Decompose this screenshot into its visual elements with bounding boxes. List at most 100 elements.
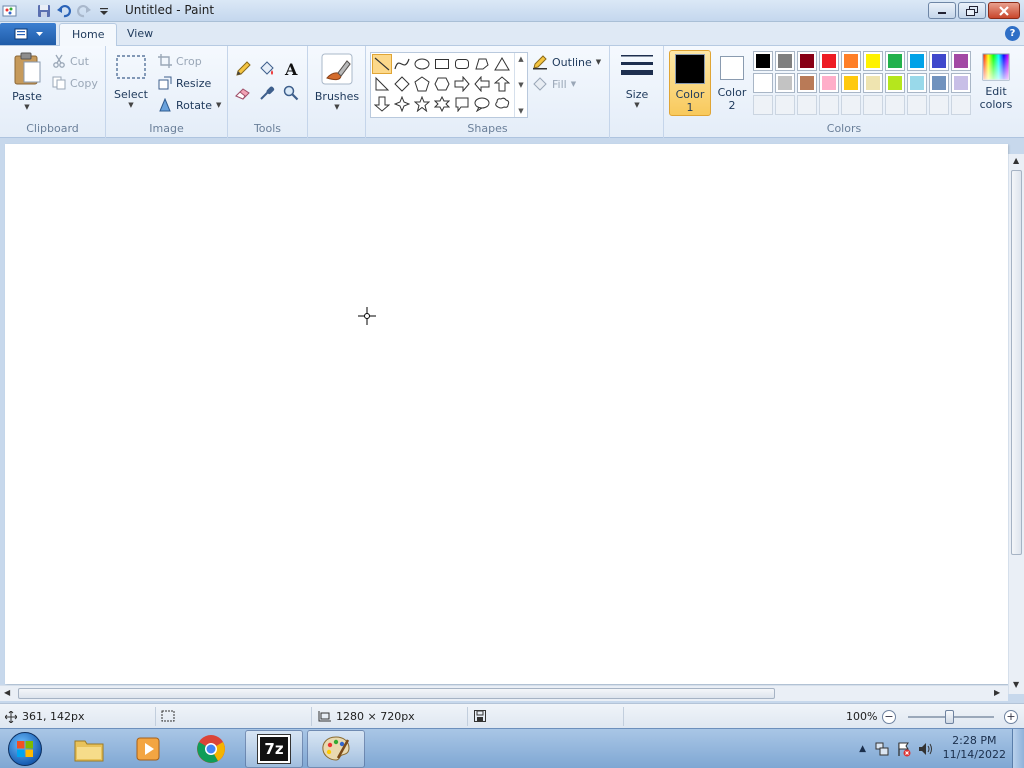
up-arrow-shape[interactable]: [492, 74, 512, 94]
taskbar-file-explorer[interactable]: [60, 730, 118, 768]
paint-app-icon[interactable]: [2, 3, 18, 19]
palette-swatch[interactable]: [863, 51, 883, 71]
five-point-star-shape[interactable]: [412, 94, 432, 114]
edit-colors-button[interactable]: Edit colors: [974, 53, 1018, 115]
tab-home[interactable]: Home: [59, 23, 118, 46]
show-desktop-button[interactable]: [1012, 729, 1024, 768]
text-tool[interactable]: A: [280, 58, 302, 80]
custom-color-slot[interactable]: [819, 95, 839, 115]
curve-shape[interactable]: [392, 54, 412, 74]
size-button[interactable]: Size ▼: [618, 52, 656, 109]
cloud-callout-shape[interactable]: [492, 94, 512, 114]
help-icon[interactable]: ?: [1005, 26, 1020, 41]
outline-button[interactable]: Outline ▼: [532, 54, 601, 70]
horizontal-scrollbar[interactable]: ◀ ▶: [0, 685, 1008, 701]
minimize-button[interactable]: [928, 2, 956, 19]
palette-swatch[interactable]: [797, 51, 817, 71]
line-shape[interactable]: [372, 54, 392, 74]
color1-button[interactable]: Color 1: [669, 50, 711, 116]
custom-color-slot[interactable]: [753, 95, 773, 115]
drawing-canvas[interactable]: [5, 144, 1008, 684]
custom-color-slot[interactable]: [797, 95, 817, 115]
polygon-shape[interactable]: [472, 54, 492, 74]
zoom-out-button[interactable]: −: [882, 710, 896, 724]
zoom-slider-thumb[interactable]: [945, 710, 954, 724]
save-icon[interactable]: [36, 3, 52, 19]
palette-swatch[interactable]: [885, 51, 905, 71]
palette-swatch[interactable]: [951, 73, 971, 93]
scroll-down-icon[interactable]: ▼: [518, 81, 523, 89]
right-triangle-shape[interactable]: [372, 74, 392, 94]
scroll-up-icon[interactable]: ▲: [1013, 156, 1019, 165]
diamond-shape[interactable]: [392, 74, 412, 94]
palette-swatch[interactable]: [819, 73, 839, 93]
crop-button[interactable]: Crop: [158, 54, 202, 68]
left-arrow-shape[interactable]: [472, 74, 492, 94]
select-button[interactable]: Select ▼: [112, 54, 150, 109]
taskbar-media-player[interactable]: [120, 730, 178, 768]
hexagon-shape[interactable]: [432, 74, 452, 94]
palette-swatch[interactable]: [775, 73, 795, 93]
palette-swatch[interactable]: [907, 51, 927, 71]
four-point-star-shape[interactable]: [392, 94, 412, 114]
scroll-down-icon[interactable]: ▼: [1013, 680, 1019, 689]
custom-color-slot[interactable]: [775, 95, 795, 115]
custom-color-slot[interactable]: [885, 95, 905, 115]
color2-button[interactable]: Color 2: [713, 53, 751, 115]
palette-swatch[interactable]: [753, 73, 773, 93]
palette-swatch[interactable]: [929, 51, 949, 71]
color-picker-tool[interactable]: [256, 82, 278, 104]
pencil-tool[interactable]: [232, 58, 254, 80]
custom-color-slot[interactable]: [841, 95, 861, 115]
fill-button[interactable]: Fill ▼: [532, 76, 576, 92]
vertical-scroll-thumb[interactable]: [1011, 170, 1022, 555]
pentagon-shape[interactable]: [412, 74, 432, 94]
down-arrow-shape[interactable]: [372, 94, 392, 114]
palette-swatch[interactable]: [863, 73, 883, 93]
rounded-rectangle-shape[interactable]: [452, 54, 472, 74]
horizontal-scroll-thumb[interactable]: [18, 688, 775, 699]
rotate-button[interactable]: Rotate ▼: [158, 98, 221, 112]
six-point-star-shape[interactable]: [432, 94, 452, 114]
palette-swatch[interactable]: [951, 51, 971, 71]
scroll-left-icon[interactable]: ◀: [4, 688, 10, 697]
copy-button[interactable]: Copy: [52, 76, 98, 90]
taskbar-paint[interactable]: [307, 730, 365, 768]
custom-color-slot[interactable]: [907, 95, 927, 115]
taskbar-7zip[interactable]: 7z: [245, 730, 303, 768]
close-button[interactable]: [988, 2, 1020, 19]
custom-color-slot[interactable]: [863, 95, 883, 115]
palette-swatch[interactable]: [841, 51, 861, 71]
tab-view[interactable]: View: [115, 23, 165, 46]
show-hidden-icons[interactable]: ▲: [859, 744, 866, 754]
palette-swatch[interactable]: [797, 73, 817, 93]
resize-button[interactable]: Resize: [158, 76, 211, 90]
clock[interactable]: 2:28 PM 11/14/2022: [943, 734, 1006, 762]
oval-shape[interactable]: [412, 54, 432, 74]
triangle-shape[interactable]: [492, 54, 512, 74]
palette-swatch[interactable]: [841, 73, 861, 93]
rounded-callout-shape[interactable]: [452, 94, 472, 114]
brushes-button[interactable]: Brushes ▼: [313, 52, 361, 111]
redo-icon[interactable]: [76, 3, 92, 19]
zoom-in-button[interactable]: +: [1004, 710, 1018, 724]
magnifier-tool[interactable]: [280, 82, 302, 104]
palette-swatch[interactable]: [907, 73, 927, 93]
palette-swatch[interactable]: [885, 73, 905, 93]
shapes-scroll[interactable]: ▲ ▼ ▼: [514, 53, 527, 117]
scroll-up-icon[interactable]: ▲: [518, 55, 523, 63]
paste-button[interactable]: Paste ▼: [8, 52, 46, 111]
expand-gallery-icon[interactable]: ▼: [518, 107, 523, 115]
paint-menu-button[interactable]: [0, 23, 56, 45]
rectangle-shape[interactable]: [432, 54, 452, 74]
cut-button[interactable]: Cut: [52, 54, 89, 68]
oval-callout-shape[interactable]: [472, 94, 492, 114]
palette-swatch[interactable]: [753, 51, 773, 71]
undo-icon[interactable]: [56, 3, 72, 19]
eraser-tool[interactable]: [232, 82, 254, 104]
customize-toolbar-dropdown-icon[interactable]: [96, 3, 112, 19]
taskbar-chrome[interactable]: [182, 730, 240, 768]
palette-swatch[interactable]: [819, 51, 839, 71]
scroll-right-icon[interactable]: ▶: [994, 688, 1000, 697]
fill-tool[interactable]: [256, 58, 278, 80]
